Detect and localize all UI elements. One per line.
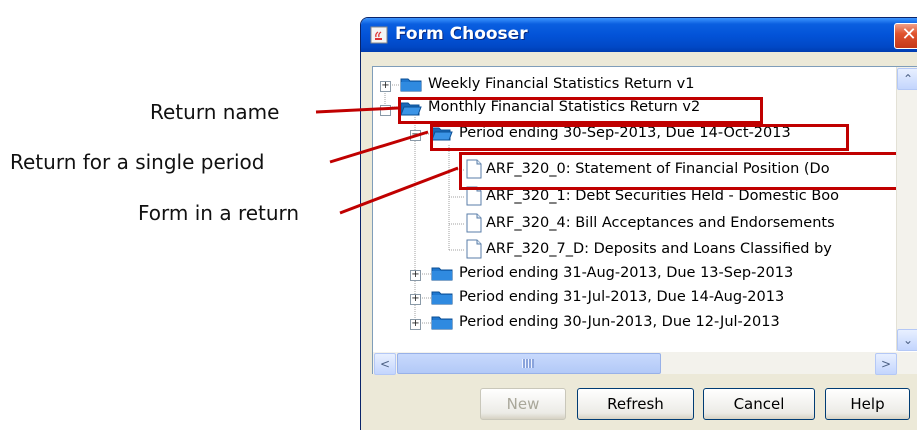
highlight-single-period (430, 124, 849, 151)
cancel-button[interactable]: Cancel (703, 388, 815, 420)
close-icon: ✕ (901, 24, 917, 45)
new-button[interactable]: New (480, 388, 566, 420)
scroll-down-button[interactable]: ⌄ (897, 329, 917, 351)
highlight-return-name (398, 97, 763, 124)
scroll-up-button[interactable]: ⌃ (897, 68, 917, 90)
tree-item-label: Period ending 31-Aug-2013, Due 13-Sep-20… (459, 265, 794, 281)
scroll-right-button[interactable]: > (875, 353, 897, 375)
annotation-return-name: Return name (150, 100, 280, 124)
expand-icon[interactable]: + (410, 294, 421, 305)
scroll-grip-icon (522, 359, 534, 368)
tree-item-form-arf-320-7-d[interactable]: ARF_320_7_D: Deposits and Loans Classifi… (373, 238, 908, 262)
tree-item-label: Period ending 30-Jun-2013, Due 12-Jul-20… (459, 314, 780, 330)
annotation-form-in-return: Form in a return (138, 201, 300, 225)
title-bar[interactable]: Form Chooser ✕ (361, 18, 917, 52)
close-button[interactable]: ✕ (894, 23, 917, 49)
help-button[interactable]: Help (825, 388, 910, 420)
tree-item-label: Weekly Financial Statistics Return v1 (428, 76, 695, 92)
scroll-left-button[interactable]: < (374, 353, 396, 375)
annotation-single-period: Return for a single period (10, 150, 265, 174)
folder-icon (431, 316, 453, 330)
collapse-icon[interactable]: − (410, 130, 421, 141)
document-icon (466, 239, 482, 259)
document-icon (466, 213, 482, 233)
horizontal-scrollbar[interactable]: < > (372, 352, 917, 375)
tree-item-period-jun-2013[interactable]: + Period ending 30-Jun-2013, Due 12-Jul-… (373, 311, 893, 335)
tree-item-period-aug-2013[interactable]: + Period ending 31-Aug-2013, Due 13-Sep-… (373, 262, 893, 286)
tree-item-label: ARF_320_1: Debt Securities Held - Domest… (486, 188, 840, 204)
vertical-scrollbar[interactable]: ⌃ ⌄ (896, 67, 917, 351)
chevron-right-icon: > (880, 357, 892, 371)
expand-icon[interactable]: + (410, 319, 421, 330)
folder-icon (400, 78, 422, 92)
java-cup-icon (370, 26, 388, 44)
collapse-icon[interactable]: − (380, 105, 391, 116)
chevron-down-icon: ⌄ (902, 333, 914, 347)
form-chooser-window: Form Chooser ✕ + Weekly Financial Statis… (360, 17, 917, 430)
tree-item-label: Period ending 31-Jul-2013, Due 14-Aug-20… (459, 289, 785, 305)
chevron-up-icon: ⌃ (902, 72, 914, 86)
form-tree[interactable]: + Weekly Financial Statistics Return v1 … (372, 66, 917, 354)
window-title: Form Chooser (395, 24, 528, 44)
tree-item-weekly-return[interactable]: + Weekly Financial Statistics Return v1 (373, 73, 893, 97)
tree-item-label: ARF_320_7_D: Deposits and Loans Classifi… (486, 241, 832, 257)
folder-icon (431, 267, 453, 281)
tree-item-label: ARF_320_4: Bill Acceptances and Endorsem… (486, 215, 835, 231)
tree-item-form-arf-320-4[interactable]: ARF_320_4: Bill Acceptances and Endorsem… (373, 212, 908, 236)
expand-icon[interactable]: + (410, 270, 421, 281)
tree-item-period-jul-2013[interactable]: + Period ending 31-Jul-2013, Due 14-Aug-… (373, 286, 893, 310)
folder-icon (431, 291, 453, 305)
expand-icon[interactable]: + (380, 81, 391, 92)
horizontal-scroll-thumb[interactable] (397, 353, 661, 374)
chevron-left-icon: < (379, 357, 391, 371)
refresh-button[interactable]: Refresh (577, 388, 694, 420)
highlight-form (459, 152, 911, 190)
